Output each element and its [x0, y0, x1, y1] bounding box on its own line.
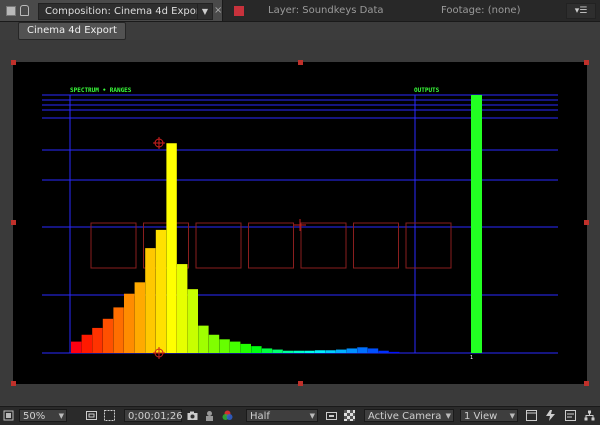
spectrum-bar	[219, 339, 230, 353]
range-box	[300, 222, 347, 269]
spectrum-bar	[92, 327, 103, 353]
frame-handle-top-left[interactable]	[11, 60, 16, 65]
composition-tab-title[interactable]: Composition: Cinema 4d Export	[38, 3, 211, 20]
range-box	[195, 222, 242, 269]
frame-handle-bottom-right[interactable]	[584, 381, 589, 386]
spectrum-bar	[81, 334, 92, 353]
spectrum-bar	[367, 348, 379, 353]
fast-previews-icon[interactable]	[545, 410, 556, 421]
snapshot-camera-icon[interactable]	[187, 410, 198, 421]
spectrum-bar	[240, 343, 251, 353]
transparency-grid-icon[interactable]	[104, 410, 115, 421]
layer-color-icon	[234, 6, 244, 16]
timeline-icon[interactable]	[565, 410, 576, 421]
spectrum-bars	[71, 143, 400, 353]
panel-menu-icon[interactable]	[6, 6, 16, 16]
spectrum-bar	[187, 289, 198, 353]
flowchart-icon[interactable]	[584, 410, 595, 421]
spectrum-bar	[71, 341, 82, 353]
spectrum-bar	[346, 348, 357, 353]
output-meter	[471, 95, 482, 353]
frame-handle-top-right[interactable]	[584, 60, 589, 65]
spectrum-bar	[325, 350, 336, 353]
view-layout-select[interactable]: 1 View ▼	[460, 409, 518, 422]
spectrum-bar	[272, 349, 283, 353]
magnification-value: 50%	[23, 411, 46, 422]
spectrum-bar	[113, 307, 124, 353]
spectrum-bar	[102, 318, 114, 353]
frame-handle-middle-right[interactable]	[584, 220, 589, 225]
spectrum-ranges-label: SPECTRUM • RANGES	[70, 87, 132, 94]
range-boxes	[90, 222, 452, 269]
range-box	[405, 222, 452, 269]
anchor-point-icon[interactable]	[294, 219, 306, 231]
spectrum-bar	[378, 350, 389, 353]
tab-footage[interactable]: Footage: (none)	[408, 0, 558, 21]
range-handle-top[interactable]	[153, 137, 165, 149]
always-preview-icon[interactable]	[3, 410, 14, 421]
magnification-select[interactable]: 50% ▼	[19, 409, 67, 422]
color-channels-icon[interactable]	[222, 410, 233, 421]
spectrum-bar	[389, 351, 400, 353]
show-snapshot-icon[interactable]	[204, 410, 215, 421]
output-index-label: 1	[470, 355, 473, 361]
layer-tab-label[interactable]: Layer: Soundkeys Data	[268, 0, 384, 21]
range-box	[90, 222, 137, 269]
camera-view-value: Active Camera	[368, 411, 442, 422]
view-layout-value: 1 View	[464, 411, 498, 422]
spectrum-bar	[155, 229, 167, 353]
panel-options-menu-icon[interactable]: ▾☰	[566, 3, 596, 19]
composition-dropdown-icon[interactable]: ▼	[197, 3, 213, 20]
spectrum-bar	[293, 350, 304, 353]
region-of-interest-icon[interactable]	[326, 410, 337, 421]
panel-options: ▾☰	[560, 0, 600, 21]
spectrum-bar	[304, 350, 315, 353]
spectrum-bar	[336, 349, 347, 353]
spectrum-bar	[145, 248, 156, 353]
spectrum-bar	[166, 143, 177, 353]
spectrum-bar	[314, 350, 326, 353]
spectrum-bar	[283, 350, 294, 353]
resolution-select[interactable]: Half ▼	[246, 409, 318, 422]
resolution-value: Half	[250, 411, 270, 422]
spectrum-bar	[124, 293, 135, 353]
camera-view-select[interactable]: Active Camera ▼	[364, 409, 454, 422]
footage-tab-label[interactable]: Footage: (none)	[441, 0, 520, 21]
spectrum-bar	[251, 346, 262, 353]
frame-handle-bottom-left[interactable]	[11, 381, 16, 386]
range-box	[353, 222, 399, 269]
spectrum-bar	[230, 341, 241, 353]
frame-handle-middle-left[interactable]	[11, 220, 16, 225]
composition-viewer[interactable]: SPECTRUM • RANGES OUTPUTS 1	[0, 40, 600, 405]
frame-handle-top-center[interactable]	[298, 60, 303, 65]
viewer-toolbar: 50% ▼ 0;00;01;26 Half ▼ Active Camera ▼ 1 V…	[0, 406, 600, 425]
tab-layer[interactable]: Layer: Soundkeys Data	[224, 0, 406, 21]
range-box	[248, 222, 294, 269]
composition-name-button[interactable]: Cinema 4d Export	[18, 22, 126, 40]
lock-icon[interactable]	[20, 5, 29, 16]
composition-canvas[interactable]: SPECTRUM • RANGES OUTPUTS 1	[13, 62, 587, 384]
spectrum-bar	[134, 282, 145, 353]
close-icon[interactable]: ×	[214, 0, 222, 21]
spectrum-bar	[198, 325, 209, 353]
spectrum-bar	[357, 347, 368, 353]
output-bar	[471, 95, 482, 353]
toggle-pixel-aspect-icon[interactable]	[526, 410, 537, 421]
tab-composition[interactable]: Composition: Cinema 4d Export ▼ ×	[0, 0, 223, 21]
spectrum-display: SPECTRUM • RANGES OUTPUTS 1	[42, 87, 558, 361]
frame-handle-bottom-center[interactable]	[298, 381, 303, 386]
current-time-display[interactable]: 0;00;01;26	[124, 409, 183, 422]
safe-zones-icon[interactable]	[86, 410, 97, 421]
outputs-label: OUTPUTS	[414, 87, 440, 94]
spectrum-bar	[208, 334, 220, 353]
composition-navigator: Cinema 4d Export	[0, 22, 600, 40]
panel-tab-bar: Composition: Cinema 4d Export ▼ × Layer:…	[0, 0, 600, 22]
spectrum-bar	[177, 264, 188, 353]
spectrum-bar	[261, 348, 273, 353]
checkerboard-icon[interactable]	[344, 410, 355, 421]
